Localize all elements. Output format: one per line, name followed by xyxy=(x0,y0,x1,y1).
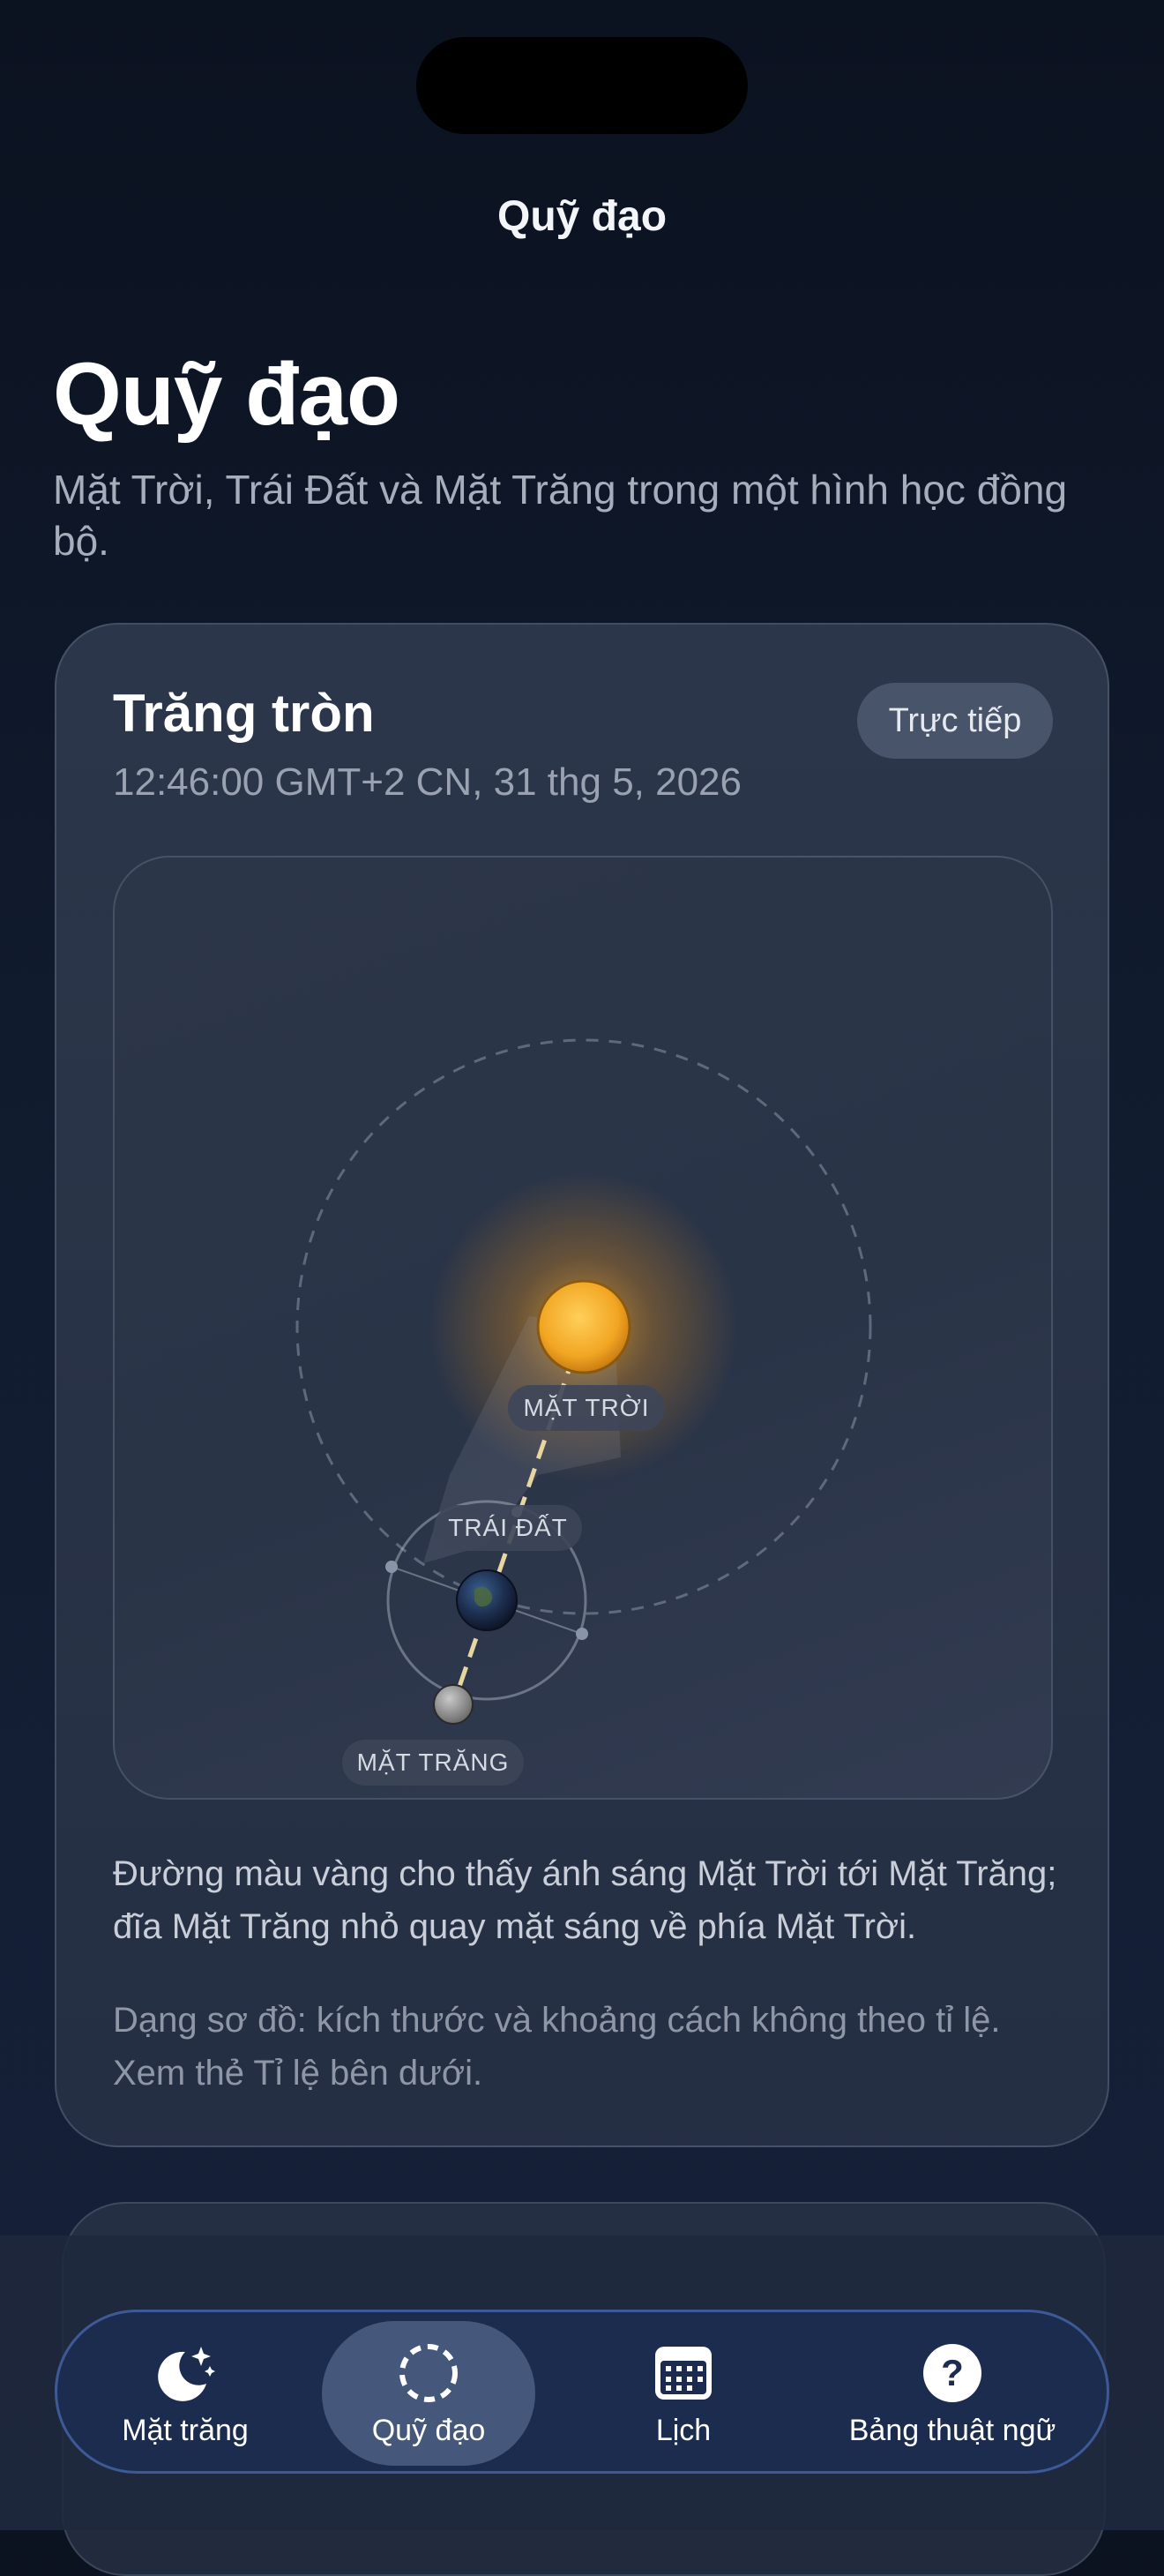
tab-calendar[interactable]: Lịch xyxy=(604,2321,763,2466)
moon-label: MẶT TRĂNG xyxy=(342,1740,524,1786)
live-button[interactable]: Trực tiếp xyxy=(857,683,1053,759)
diagram-description: Đường màu vàng cho thấy ánh sáng Mặt Trờ… xyxy=(113,1854,1057,1946)
sun-label-text: MẶT TRỜI xyxy=(524,1394,650,1421)
svg-text:?: ? xyxy=(941,2352,964,2393)
tab-label: Bảng thuật ngữ xyxy=(848,2413,1056,2447)
calendar-icon xyxy=(650,2340,717,2407)
moon-stars-icon xyxy=(152,2340,219,2407)
tab-bar: Mặt trăng Quỹ đạo Lịch ? Bảng thuật ngữ xyxy=(55,2310,1109,2474)
tab-label: Quỹ đạo xyxy=(371,2413,486,2447)
tangent-point-left xyxy=(385,1561,398,1573)
nav-title: Quỹ đạo xyxy=(496,193,668,240)
moon-phase-title: Trăng tròn xyxy=(113,684,375,743)
page-subtitle: Mặt Trời, Trái Đất và Mặt Trăng trong mộ… xyxy=(53,467,1068,564)
earth-label: TRÁI ĐẤT xyxy=(434,1505,582,1551)
orbit-diagram-svg: MẶT TRỜI TRÁI ĐẤT MẶT TRĂNG xyxy=(295,1038,872,1786)
tangent-point-right xyxy=(576,1628,588,1640)
tab-orbit[interactable]: Quỹ đạo xyxy=(322,2321,535,2466)
moon-label-text: MẶT TRĂNG xyxy=(357,1749,510,1776)
sun xyxy=(536,1279,631,1374)
tab-label: Lịch xyxy=(655,2413,712,2447)
diagram-note: Dạng sơ đồ: kích thước và khoảng cách kh… xyxy=(113,2001,1001,2093)
question-circle-icon: ? xyxy=(919,2340,986,2407)
tab-moon[interactable]: Mặt trăng xyxy=(93,2321,278,2466)
orbit-card: Trăng tròn 12:46:00 GMT+2 CN, 31 thg 5, … xyxy=(55,623,1109,2147)
page-title: Quỹ đạo xyxy=(53,345,400,444)
moon xyxy=(433,1684,474,1725)
earth-label-text: TRÁI ĐẤT xyxy=(448,1514,568,1541)
sun-label: MẶT TRỜI xyxy=(508,1385,665,1431)
orbit-dashed-circle-icon xyxy=(395,2340,462,2407)
tab-label: Mặt trăng xyxy=(122,2413,249,2447)
tab-glossary[interactable]: ? Bảng thuật ngữ xyxy=(833,2321,1071,2466)
orbit-diagram[interactable]: MẶT TRỜI TRÁI ĐẤT MẶT TRĂNG xyxy=(113,856,1053,1800)
datetime-label: 12:46:00 GMT+2 CN, 31 thg 5, 2026 xyxy=(113,760,742,804)
dynamic-island xyxy=(416,37,748,134)
